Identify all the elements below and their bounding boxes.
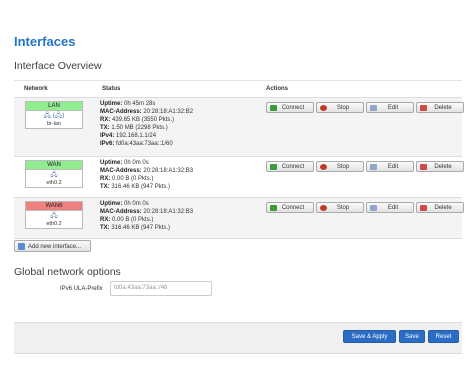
add-icon [18,243,25,250]
stop-label: Stop [336,105,350,111]
status-line: RX: 0.00 B (0 Pkts.) [100,216,193,224]
delete-label: Delete [434,164,452,170]
status-key: TX: [100,125,110,131]
status-key: TX: [100,225,110,231]
interface-row-wan: WAN 🖧 eth0.2 Uptime: 0h 0m 0s MAC-Address: 2… [14,157,464,198]
status-line: TX: 1.50 MB (2298 Pkts.) [100,124,193,132]
interface-status: Uptime: 0h 0m 0s MAC-Address: 20:28:18:A1… [100,159,193,191]
status-value: 439.65 KB (3550 Pkts.) [112,117,175,123]
connect-label: Connect [281,205,305,211]
ula-prefix-label: IPv6 ULA-Prefix [60,286,103,292]
status-value: 0h 45m 28s [124,101,156,107]
network-device: br-lan [46,121,62,127]
edit-label: Edit [387,205,399,211]
save-button[interactable]: Save [399,330,425,343]
network-device: eth0.2 [46,221,62,227]
delete-button[interactable]: Delete [416,161,464,172]
status-value: 316.46 KB (947 Pkts.) [111,184,171,190]
stop-label: Stop [336,164,350,170]
page-title: Interfaces [14,34,76,49]
edit-button[interactable]: Edit [366,202,414,213]
add-interface-button[interactable]: Add new interface... [14,240,91,252]
status-key: RX: [100,117,111,123]
status-value: fd0a:43aa:73aa::1/60 [116,141,173,147]
status-line: MAC-Address: 20:28:18:A1:32:B3 [100,167,193,175]
table-header: Network Status Actions [14,80,462,98]
edit-label: Edit [387,105,399,111]
status-line: RX: 439.65 KB (3550 Pkts.) [100,116,193,124]
connect-button[interactable]: Connect [266,161,314,172]
status-line: IPv6: fd0a:43aa:73aa::1/60 [100,140,193,148]
status-value: 20:28:18:A1:32:B3 [143,168,194,174]
status-key: Uptime: [100,160,123,166]
connect-label: Connect [281,105,305,111]
status-line: RX: 0.00 B (0 Pkts.) [100,175,193,183]
col-status: Status [102,86,121,92]
edit-label: Edit [387,164,399,170]
status-value: 0.00 B (0 Pkts.) [112,217,154,223]
network-device: eth0.2 [46,180,62,186]
network-device-icon: 🖧 (🖧) [43,112,65,119]
status-value: 20:28:18:A1:32:B3 [143,209,194,215]
interfaces-table: Network Status Actions LAN 🖧 (🖧) br-lan Upt… [14,80,464,239]
status-line: TX: 316.46 KB (947 Pkts.) [100,224,193,232]
network-device-icon: 🖧 [50,171,58,178]
status-key: RX: [100,217,111,223]
ula-prefix-input[interactable]: fd0a:43aa:73aa::/48 [110,281,212,296]
edit-button[interactable]: Edit [366,102,414,113]
network-device-icon: 🖧 [50,212,58,219]
status-key: IPv6: [100,141,115,147]
network-box: LAN 🖧 (🖧) br-lan [25,101,83,129]
status-key: MAC-Address: [100,109,142,115]
stop-button[interactable]: Stop [316,202,364,213]
status-line: Uptime: 0h 45m 28s [100,100,193,108]
status-line: TX: 316.46 KB (947 Pkts.) [100,183,193,191]
interface-overview-title: Interface Overview [14,60,102,72]
status-key: Uptime: [100,101,123,107]
connect-button[interactable]: Connect [266,102,314,113]
status-line: MAC-Address: 20:28:18:A1:32:B2 [100,108,193,116]
status-line: MAC-Address: 20:28:18:A1:32:B3 [100,208,193,216]
stop-button[interactable]: Stop [316,161,364,172]
network-name: WAN [26,161,82,170]
interface-row-wan6: WAN6 🖧 eth0.2 Uptime: 0h 0m 0s MAC-Address: … [14,198,464,239]
status-value: 316.46 KB (947 Pkts.) [111,225,171,231]
status-value: 20:28:18:A1:32:B2 [143,109,194,115]
network-name: WAN6 [26,202,82,211]
stop-button[interactable]: Stop [316,102,364,113]
status-value: 192.168.1.1/24 [116,133,157,139]
interface-status: Uptime: 0h 45m 28s MAC-Address: 20:28:18:… [100,100,193,148]
col-network: Network [24,86,48,92]
status-value: 0h 0m 0s [124,160,149,166]
status-key: Uptime: [100,201,123,207]
stop-label: Stop [336,205,350,211]
network-name: LAN [26,102,82,111]
connect-button[interactable]: Connect [266,202,314,213]
delete-label: Delete [434,105,452,111]
global-options-title: Global network options [14,266,121,278]
status-key: IPv4: [100,133,115,139]
status-value: 0.00 B (0 Pkts.) [112,176,154,182]
reset-button[interactable]: Reset [428,330,459,343]
connect-label: Connect [281,164,305,170]
edit-button[interactable]: Edit [366,161,414,172]
interface-status: Uptime: 0h 0m 0s MAC-Address: 20:28:18:A1… [100,200,193,232]
status-line: Uptime: 0h 0m 0s [100,159,193,167]
network-box: WAN 🖧 eth0.2 [25,160,83,188]
status-key: TX: [100,184,110,190]
status-value: 0h 0m 0s [124,201,149,207]
save-apply-button[interactable]: Save & Apply [343,330,396,343]
col-actions: Actions [266,86,289,92]
status-line: IPv4: 192.168.1.1/24 [100,132,193,140]
delete-button[interactable]: Delete [416,202,464,213]
delete-button[interactable]: Delete [416,102,464,113]
status-line: Uptime: 0h 0m 0s [100,200,193,208]
status-key: MAC-Address: [100,209,142,215]
status-value: 1.50 MB (2298 Pkts.) [111,125,168,131]
status-key: MAC-Address: [100,168,142,174]
interface-row-lan: LAN 🖧 (🖧) br-lan Uptime: 0h 45m 28s MAC-Addr… [14,98,464,157]
network-box: WAN6 🖧 eth0.2 [25,201,83,229]
status-key: RX: [100,176,111,182]
delete-label: Delete [434,205,452,211]
